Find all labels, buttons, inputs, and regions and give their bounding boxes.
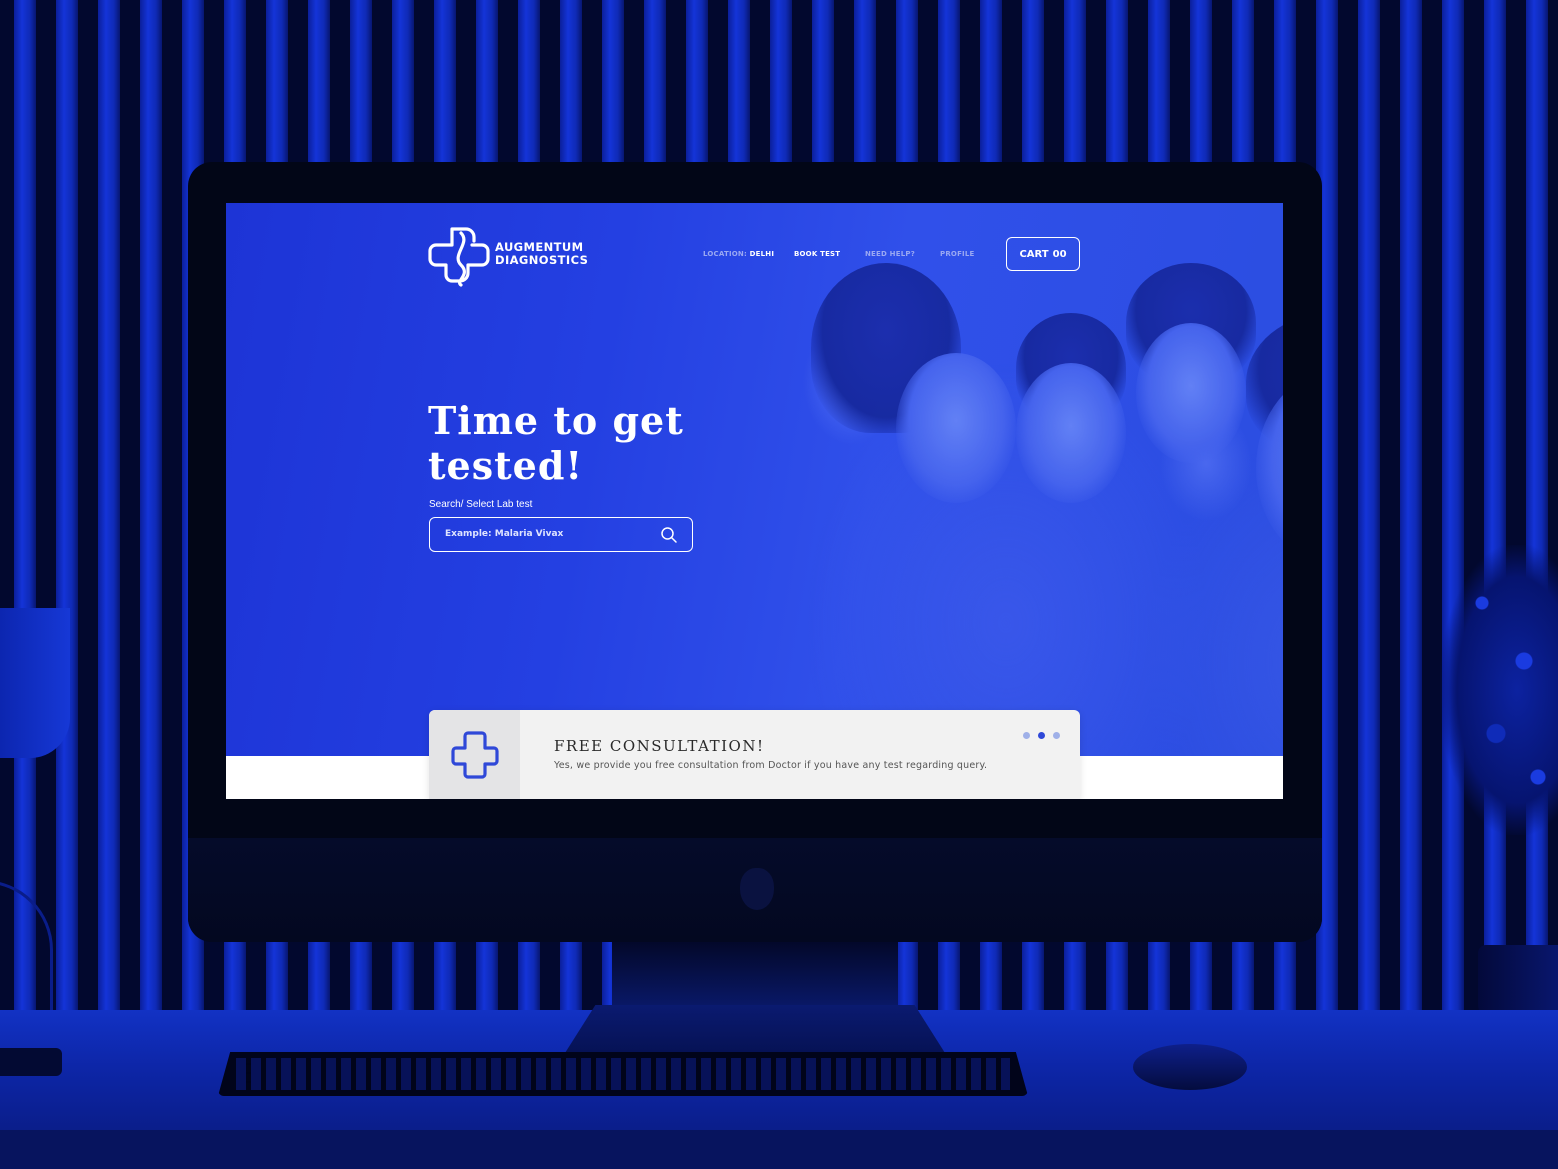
headline-line-2: tested!	[428, 443, 584, 488]
headline-line-1: Time to get	[428, 398, 684, 443]
face-shape	[1016, 363, 1126, 503]
medical-cross-icon	[450, 730, 499, 779]
carousel-dot-3[interactable]	[1053, 732, 1060, 739]
search-input[interactable]	[430, 518, 650, 550]
consultation-description: Yes, we provide you free consultation fr…	[554, 760, 988, 771]
carousel-dots	[1023, 732, 1060, 739]
cart-count: 00	[1052, 248, 1067, 260]
search-box	[429, 517, 693, 552]
location-value: DELHI	[749, 250, 775, 258]
desk-edge	[0, 1130, 1558, 1169]
nav-need-help[interactable]: NEED HELP?	[865, 250, 915, 258]
cart-label: CART	[1019, 248, 1049, 260]
face-shape	[896, 353, 1016, 503]
face-shape	[1136, 323, 1246, 463]
nav-profile[interactable]: PROFILE	[940, 250, 975, 258]
smartphone	[0, 1048, 62, 1076]
imac-stand	[612, 942, 898, 1014]
consultation-card[interactable]: FREE CONSULTATION! Yes, we provide you f…	[429, 710, 1080, 799]
search-icon[interactable]	[660, 526, 678, 544]
apple-logo-icon	[740, 868, 774, 910]
hero-section: AUGMENTUM DIAGNOSTICS LOCATION: DELHI BO…	[226, 203, 1283, 756]
brand-name[interactable]: AUGMENTUM DIAGNOSTICS	[495, 241, 588, 267]
website-screen: AUGMENTUM DIAGNOSTICS LOCATION: DELHI BO…	[226, 203, 1283, 799]
consultation-title: FREE CONSULTATION!	[554, 737, 765, 755]
potted-plant	[1440, 545, 1558, 835]
location-label: LOCATION:	[703, 250, 747, 258]
nav-book-test[interactable]: BOOK TEST	[794, 250, 840, 258]
desk-lamp	[0, 608, 70, 758]
cart-button[interactable]: CART 00	[1006, 237, 1080, 271]
hero-headline: Time to get tested!	[428, 398, 748, 488]
top-navigation: AUGMENTUM DIAGNOSTICS LOCATION: DELHI BO…	[226, 203, 1283, 313]
brand-line-2: DIAGNOSTICS	[495, 253, 589, 267]
keyboard	[218, 1052, 1028, 1096]
mouse	[1133, 1044, 1247, 1090]
carousel-dot-2[interactable]	[1038, 732, 1045, 739]
card-icon-container	[429, 710, 520, 799]
search-label: Search/ Select Lab test	[429, 499, 533, 510]
carousel-dot-1[interactable]	[1023, 732, 1030, 739]
imac-stand-foot	[565, 1005, 945, 1053]
nav-location[interactable]: LOCATION: DELHI	[703, 250, 774, 258]
logo-icon[interactable]	[428, 223, 492, 287]
